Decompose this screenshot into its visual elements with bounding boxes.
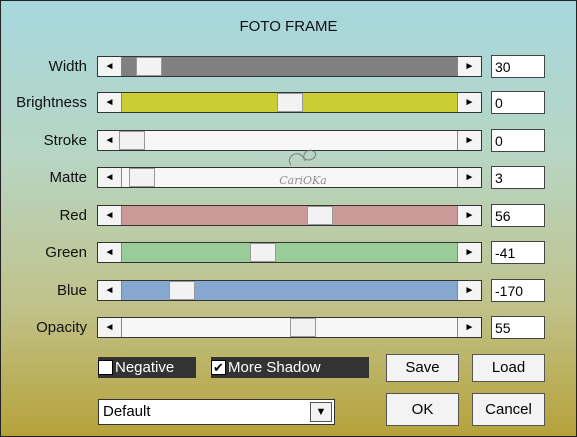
arrow-left-icon[interactable]: ◄ — [98, 168, 122, 187]
arrow-right-icon[interactable]: ► — [457, 206, 481, 225]
red-label: Red — [59, 207, 87, 224]
green-label: Green — [45, 244, 87, 261]
slider-row-opacity: Opacity ◄ ► 55 — [1, 316, 577, 340]
ok-button[interactable]: OK — [386, 393, 459, 426]
width-slider-thumb[interactable] — [135, 57, 162, 76]
red-slider[interactable]: ◄ ► — [97, 205, 482, 226]
green-value-field[interactable]: -41 — [491, 241, 545, 264]
matte-label: Matte — [49, 169, 87, 186]
chevron-down-icon[interactable]: ▼ — [310, 402, 332, 422]
opacity-value-field[interactable]: 55 — [491, 316, 545, 339]
foto-frame-dialog: FOTO FRAME Width ◄ ► 30 Brightness ◄ ► 0 Stroke ◄… — [0, 0, 577, 437]
width-slider[interactable]: ◄ ► — [97, 56, 482, 77]
slider-row-green: Green ◄ ► -41 — [1, 241, 577, 265]
negative-label: Negative — [115, 359, 175, 376]
green-slider-thumb[interactable] — [249, 243, 276, 262]
opacity-label: Opacity — [36, 319, 87, 336]
stroke-slider-thumb[interactable] — [119, 131, 146, 150]
stroke-label: Stroke — [43, 132, 87, 149]
brightness-slider-thumb[interactable] — [276, 93, 303, 112]
arrow-left-icon[interactable]: ◄ — [98, 318, 122, 337]
arrow-right-icon[interactable]: ► — [457, 93, 481, 112]
blue-label: Blue — [56, 282, 87, 299]
brightness-value-field[interactable]: 0 — [491, 91, 545, 114]
slider-row-brightness: Brightness ◄ ► 0 — [1, 91, 577, 115]
red-slider-thumb[interactable] — [306, 206, 333, 225]
more-shadow-checkbox-box[interactable]: ✔ — [211, 360, 226, 375]
more-shadow-checkbox[interactable]: ✔ More Shadow — [211, 357, 369, 378]
red-value-field[interactable]: 56 — [491, 204, 545, 227]
arrow-left-icon[interactable]: ◄ — [98, 243, 122, 262]
opacity-slider-track[interactable] — [122, 318, 457, 337]
watermark-text: CariOKa — [279, 174, 327, 187]
opacity-slider-thumb[interactable] — [289, 318, 316, 337]
brightness-slider-track[interactable] — [122, 93, 457, 112]
blue-slider-thumb[interactable] — [169, 281, 196, 300]
red-slider-track[interactable] — [122, 206, 457, 225]
slider-row-width: Width ◄ ► 30 — [1, 55, 577, 79]
watermark-swirl-icon — [288, 149, 317, 166]
slider-row-red: Red ◄ ► 56 — [1, 204, 577, 228]
save-button[interactable]: Save — [386, 354, 459, 382]
arrow-right-icon[interactable]: ► — [457, 168, 481, 187]
arrow-right-icon[interactable]: ► — [457, 57, 481, 76]
arrow-left-icon[interactable]: ◄ — [98, 281, 122, 300]
dialog-title: FOTO FRAME — [239, 18, 338, 35]
arrow-right-icon[interactable]: ► — [457, 131, 481, 150]
watermark-logo: CariOKa — [271, 147, 335, 187]
check-icon: ✔ — [213, 360, 224, 375]
arrow-left-icon[interactable]: ◄ — [98, 57, 122, 76]
green-slider-track[interactable] — [122, 243, 457, 262]
brightness-slider[interactable]: ◄ ► — [97, 92, 482, 113]
green-slider[interactable]: ◄ ► — [97, 242, 482, 263]
matte-value-field[interactable]: 3 — [491, 166, 545, 189]
brightness-label: Brightness — [16, 94, 87, 111]
matte-slider-thumb[interactable] — [129, 168, 156, 187]
cancel-button[interactable]: Cancel — [472, 393, 545, 426]
opacity-slider[interactable]: ◄ ► — [97, 317, 482, 338]
arrow-right-icon[interactable]: ► — [457, 318, 481, 337]
arrow-left-icon[interactable]: ◄ — [98, 206, 122, 225]
more-shadow-label: More Shadow — [228, 359, 321, 376]
arrow-right-icon[interactable]: ► — [457, 281, 481, 300]
blue-value-field[interactable]: -170 — [491, 279, 545, 302]
blue-slider-track[interactable] — [122, 281, 457, 300]
slider-row-blue: Blue ◄ ► -170 — [1, 279, 577, 303]
load-button[interactable]: Load — [472, 354, 545, 382]
stroke-value-field[interactable]: 0 — [491, 129, 545, 152]
arrow-right-icon[interactable]: ► — [457, 243, 481, 262]
negative-checkbox[interactable]: Negative — [98, 357, 196, 378]
blue-slider[interactable]: ◄ ► — [97, 280, 482, 301]
width-label: Width — [48, 58, 87, 75]
width-value-field[interactable]: 30 — [491, 55, 545, 78]
preset-select-value: Default — [103, 403, 151, 420]
arrow-left-icon[interactable]: ◄ — [98, 93, 122, 112]
preset-select[interactable]: Default ▼ — [98, 399, 335, 425]
width-slider-track[interactable] — [122, 57, 457, 76]
negative-checkbox-box[interactable] — [98, 360, 113, 375]
